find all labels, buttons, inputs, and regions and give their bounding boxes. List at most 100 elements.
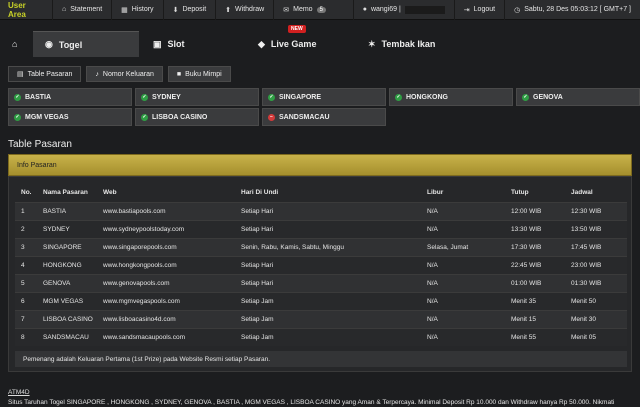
table-row: 7 LISBOA CASINO www.lisboacasino4d.com Seti… [15, 309, 627, 328]
check-icon: ✓ [395, 93, 402, 101]
new-badge: NEW [288, 25, 306, 33]
table-cell: Setiap Jam [235, 291, 421, 310]
table-cell[interactable]: www.genovapools.com [97, 273, 235, 292]
table-cell: Setiap Jam [235, 309, 421, 328]
table-row: 6 MGM VEGAS www.mgmvegaspools.com Setiap Ja… [15, 291, 627, 310]
deposit-link[interactable]: ⬇ Deposit [162, 0, 216, 20]
table-cell[interactable]: www.mgmvegaspools.com [97, 291, 235, 310]
market-button[interactable]: ✓ SINGAPORE [262, 88, 386, 106]
col-tutup: Tutup [511, 189, 529, 197]
tab-live-game-label: Live Game [270, 39, 317, 49]
table-cell: LISBOA CASINO [37, 309, 97, 328]
market-button[interactable]: ✓ LISBOA CASINO [135, 108, 259, 126]
memo-icon: ✉ [283, 6, 290, 14]
tab-live-game[interactable]: ◆ Live Game NEW [242, 25, 348, 57]
tab-togel[interactable]: ◉ Togel [33, 31, 139, 57]
book-icon: ■ [176, 70, 182, 78]
table-cell: 23:00 WIB [565, 255, 627, 274]
table-cell: GENOVA [37, 273, 97, 292]
table-cell: HONGKONG [37, 255, 97, 274]
table-cell: N/A [421, 309, 505, 328]
home-icon: ⌂ [12, 39, 18, 49]
market-button[interactable]: ✓ GENOVA [516, 88, 640, 106]
footer-title-link[interactable]: ATM4D [8, 389, 614, 396]
withdraw-link[interactable]: ⬆ Withdraw [215, 0, 273, 20]
statement-link[interactable]: ⌂ Statement [52, 0, 111, 20]
check-icon: ✓ [141, 93, 148, 101]
subtab-label: Nomor Keluaran [102, 70, 154, 78]
subtab-nomor-keluaran[interactable]: ♪ Nomor Keluaran [86, 66, 163, 82]
table-cell[interactable]: www.sandsmacaupools.com [97, 327, 235, 346]
col-nama: Nama Pasaran [43, 189, 88, 197]
table-cell: Senin, Rabu, Kamis, Sabtu, Minggu [235, 237, 421, 256]
memo-link[interactable]: ✉ Memo 5 [273, 0, 335, 20]
deposit-icon: ⬇ [172, 6, 179, 14]
table-row: 1 BASTIA www.bastiapools.com Setiap Hari N/A… [15, 201, 627, 220]
memo-count-badge: 5 [316, 6, 326, 13]
home-tab[interactable]: ⌂ [0, 31, 33, 57]
withdraw-icon: ⬆ [225, 6, 232, 14]
subtab-table-pasaran[interactable]: ▤ Table Pasaran [8, 66, 82, 82]
footer-description: Situs Taruhan Togel SINGAPORE , HONGKONG… [8, 399, 615, 406]
datetime-text: Sabtu, 28 Des 05:03:12 [ GMT+7 ] [524, 6, 631, 13]
table-cell: SYDNEY [37, 219, 97, 238]
table-cell: 6 [15, 291, 37, 310]
statement-label: Statement [70, 6, 103, 13]
market-button[interactable]: ✓ HONGKONG [389, 88, 513, 106]
table-cell: 17:30 WIB [505, 237, 565, 256]
check-icon: ✓ [14, 113, 21, 121]
lottery-ball-icon: ◉ [45, 39, 53, 49]
check-icon: ✓ [14, 93, 21, 101]
market-button[interactable]: ✓ BASTIA [8, 88, 132, 106]
history-link[interactable]: ▦ History [111, 0, 162, 20]
table-cell: Menit 55 [505, 327, 565, 346]
tab-slot-label: Slot [167, 39, 185, 49]
pasaran-table: No. Nama Pasaran Web Hari Di Undi Libur … [15, 184, 627, 346]
table-header-row: No. Nama Pasaran Web Hari Di Undi Libur … [15, 184, 627, 202]
check-icon: ✓ [268, 93, 275, 101]
table-cell: 13:50 WIB [565, 219, 627, 238]
table-row: 3 SINGAPORE www.singaporepools.com Senin, R… [15, 237, 627, 256]
table-cell: Setiap Jam [235, 327, 421, 346]
market-button[interactable]: − SANDSMACAU [262, 108, 386, 126]
dice-icon: ◆ [258, 38, 265, 49]
table-row: 4 HONGKONG www.hongkongpools.com Setiap Har… [15, 255, 627, 274]
main-navigation: ⌂ ◉ Togel ▣ Slot ◆ Live Game NEW ✶ Tembak Ika… [0, 25, 640, 57]
subtab-buku-mimpi[interactable]: ■ Buku Mimpi [167, 66, 231, 82]
market-button[interactable]: ✓ SYDNEY [135, 88, 259, 106]
col-web: Web [103, 189, 117, 197]
col-libur: Libur [427, 189, 444, 197]
togel-subtabs: ▤ Table Pasaran ♪ Nomor Keluaran ■ Buku Mim… [8, 66, 231, 82]
market-label: SANDSMACAU [279, 113, 330, 121]
table-cell: 7 [15, 309, 37, 328]
tab-tembak-ikan[interactable]: ✶ Tembak Ikan [348, 31, 468, 57]
market-button[interactable]: ✓ MGM VEGAS [8, 108, 132, 126]
table-cell[interactable]: www.bastiapools.com [97, 201, 235, 220]
market-label: SYDNEY [152, 93, 181, 101]
winner-note: Pemenang adalah Keluaran Pertama (1st Pr… [15, 351, 627, 367]
table-cell[interactable]: www.singaporepools.com [97, 237, 235, 256]
table-cell: 01:30 WIB [565, 273, 627, 292]
user-menu[interactable]: ● wangi69 | [352, 0, 454, 20]
table-cell: 12:00 WIB [505, 201, 565, 220]
tab-slot[interactable]: ▣ Slot [139, 31, 242, 57]
table-cell[interactable]: www.lisboacasino4d.com [97, 309, 235, 328]
tab-tembak-ikan-label: Tembak Ikan [381, 39, 436, 49]
table-cell: N/A [421, 219, 505, 238]
table-cell: SINGAPORE [37, 237, 97, 256]
table-cell: 5 [15, 273, 37, 292]
user-icon: ● [362, 6, 367, 13]
subtab-label: Buku Mimpi [185, 70, 222, 78]
table-cell[interactable]: www.sydneypoolstoday.com [97, 219, 235, 238]
table-cell: N/A [421, 255, 505, 274]
memo-label: Memo [293, 6, 313, 13]
table-cell[interactable]: www.hongkongpools.com [97, 255, 235, 274]
logout-link[interactable]: ⇥ Logout [453, 0, 504, 20]
clock-icon: ◷ [514, 6, 521, 14]
table-cell: 22:45 WIB [505, 255, 565, 274]
history-icon: ▦ [121, 6, 128, 14]
table-cell: Setiap Hari [235, 273, 421, 292]
market-label: SINGAPORE [279, 93, 322, 101]
table-cell: N/A [421, 327, 505, 346]
table-cell: Menit 50 [565, 291, 627, 310]
